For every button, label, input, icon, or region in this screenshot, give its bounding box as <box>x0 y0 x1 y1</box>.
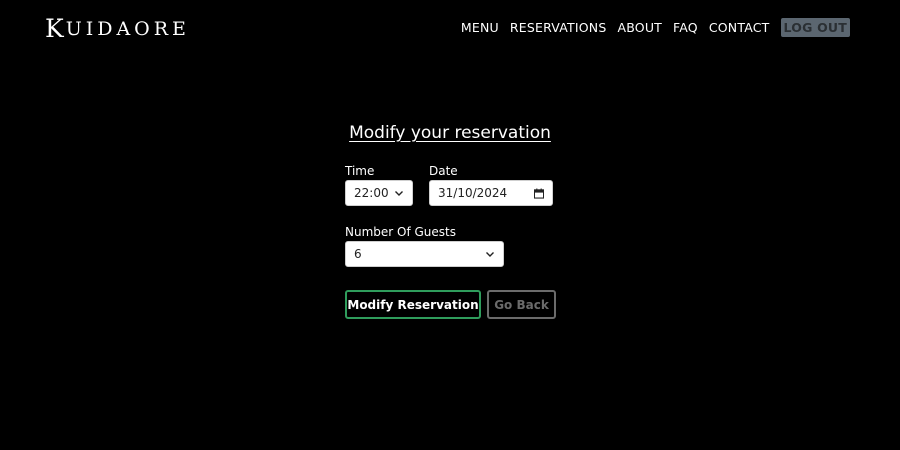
guests-label: Number Of Guests <box>345 225 456 239</box>
chevron-down-icon <box>485 249 495 259</box>
chevron-down-icon <box>394 188 404 198</box>
go-back-button[interactable]: Go Back <box>487 290 556 319</box>
logout-button[interactable]: LOG OUT <box>780 18 850 37</box>
nav-about[interactable]: ABOUT <box>617 18 662 37</box>
guests-select[interactable]: 6 <box>345 241 504 267</box>
nav-contact[interactable]: CONTACT <box>709 18 770 37</box>
logo-text: UIDAORE <box>65 18 190 40</box>
time-label: Time <box>345 164 375 178</box>
time-select[interactable]: 22:00 <box>345 180 413 206</box>
logo-initial: K <box>45 14 66 43</box>
form-title: Modify your reservation <box>349 123 551 143</box>
main-nav: MENU RESERVATIONS ABOUT FAQ CONTACT LOG … <box>461 18 850 37</box>
nav-faq[interactable]: FAQ <box>673 18 698 37</box>
date-value: 31/10/2024 <box>438 186 508 200</box>
site-logo[interactable]: KUIDAORE <box>45 14 190 43</box>
date-input[interactable]: 31/10/2024 <box>429 180 553 206</box>
calendar-icon[interactable] <box>534 188 544 199</box>
nav-menu[interactable]: MENU <box>461 18 499 37</box>
page: KUIDAORE MENU RESERVATIONS ABOUT FAQ CON… <box>0 0 900 450</box>
date-label: Date <box>429 164 458 178</box>
nav-reservations[interactable]: RESERVATIONS <box>510 18 607 37</box>
guests-value: 6 <box>354 247 362 261</box>
time-value: 22:00 <box>354 186 389 200</box>
modify-reservation-button[interactable]: Modify Reservation <box>345 290 481 319</box>
